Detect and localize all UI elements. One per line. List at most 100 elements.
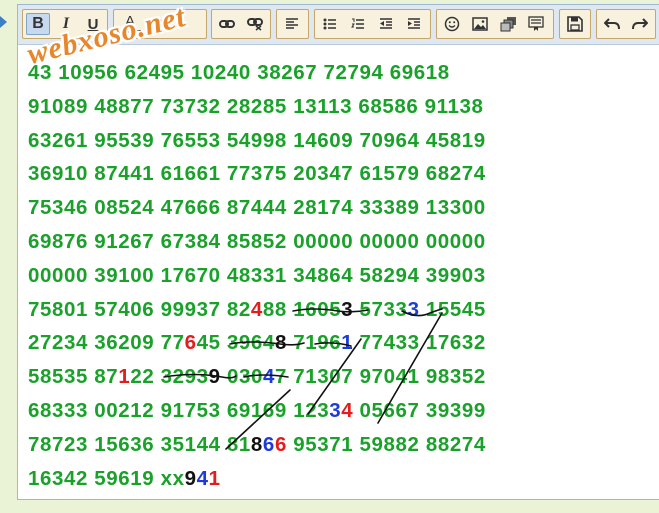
number-line: 58535 87122 32939 03047 71307 97041 9835… [28, 360, 659, 394]
number-line: 68333 00212 91753 69169 12334 05667 3939… [28, 394, 659, 428]
collapse-arrow-icon[interactable] [0, 16, 7, 28]
number-segment: 00000 39100 17670 48331 34864 58294 3990… [28, 263, 486, 287]
bold-button[interactable]: B [26, 13, 50, 35]
numbered-list-icon [351, 18, 364, 29]
number-segment: 88 1605 [262, 297, 342, 321]
number-line: 78723 15636 35144 81866 95371 59882 8827… [28, 428, 659, 462]
redo-button[interactable] [628, 13, 652, 35]
smiley-icon [444, 16, 460, 32]
bold-icon: B [32, 15, 44, 32]
number-segment: 3 [341, 297, 354, 321]
save-icon [567, 16, 583, 32]
number-segment: 05667 39399 [353, 398, 486, 422]
number-segment: 8 [250, 432, 263, 456]
number-line: 63261 95539 76553 54998 14609 70964 4581… [28, 124, 659, 158]
number-line: 36910 87441 61661 77375 20347 61579 6827… [28, 157, 659, 191]
insert-gallery-button[interactable] [496, 13, 520, 35]
number-segment: 75346 08524 47666 87444 28174 33389 1330… [28, 196, 486, 220]
number-segment: 030 [220, 365, 263, 389]
font-color-button[interactable]: A [118, 13, 142, 33]
number-segment: 69876 91267 67384 85852 00000 00000 0000… [28, 229, 486, 253]
link-icon [219, 20, 235, 28]
number-segment: 1 [118, 365, 131, 389]
link-button[interactable] [215, 13, 239, 35]
number-segment: 8 [274, 331, 287, 355]
bullet-list-icon [323, 18, 336, 30]
editor-toolbar: B I U A A [18, 5, 659, 45]
number-line: 75346 08524 47666 87444 28174 33389 1330… [28, 191, 659, 225]
lists-group [314, 9, 431, 39]
link-group [211, 9, 271, 39]
insert-group [436, 9, 554, 39]
emoticon-button[interactable] [440, 13, 464, 35]
color-group: A A [113, 9, 207, 39]
number-segment: 63261 95539 76553 54998 14609 70964 4581… [28, 128, 486, 152]
number-segment: 22 3293 [130, 365, 209, 389]
number-segment: 75801 57406 99937 82 [28, 297, 251, 321]
editor-content[interactable]: 43 10956 62495 10240 38267 72794 69618 91… [28, 56, 659, 499]
undo-icon [604, 18, 620, 30]
background-color-icon: A [154, 15, 165, 33]
outdent-button[interactable] [374, 13, 398, 35]
number-line: 75801 57406 99937 82488 16053 57333 1554… [28, 293, 659, 327]
number-segment: 6 [262, 432, 275, 456]
rich-text-editor: B I U A A 43 10956 62495 10240 38267 727… [17, 0, 659, 500]
number-line: 69876 91267 67384 85852 00000 00000 0000… [28, 225, 659, 259]
number-segment: 3 [407, 297, 420, 321]
number-segment: 43 10956 62495 10240 38267 72794 69618 [28, 61, 450, 84]
number-segment: 9 [208, 365, 221, 389]
italic-button[interactable]: I [54, 13, 78, 35]
number-segment: 58535 87 [28, 365, 119, 389]
font-color-icon: A [124, 13, 135, 30]
number-segment: 4 [250, 297, 263, 321]
number-segment: 45 3964 [196, 331, 275, 355]
number-segment: 6 [184, 331, 197, 355]
number-segment: 1 [208, 466, 221, 490]
numbered-list-button[interactable] [346, 13, 370, 35]
align-left-icon [286, 18, 298, 29]
number-line: 91089 48877 73732 28285 13113 68586 9113… [28, 90, 659, 124]
insert-template-button[interactable] [524, 13, 548, 35]
number-segment: 36910 87441 61661 77375 20347 61579 6827… [28, 162, 486, 186]
number-line: 00000 39100 17670 48331 34864 58294 3990… [28, 259, 659, 293]
history-group [596, 9, 656, 39]
number-segment: 4 [196, 466, 209, 490]
number-segment: 1 [341, 331, 354, 355]
image-icon [472, 17, 488, 31]
save-group [559, 9, 591, 39]
align-left-button[interactable] [280, 13, 304, 35]
save-button[interactable] [563, 13, 587, 35]
background-color-button[interactable]: A [148, 13, 172, 35]
outdent-icon [380, 18, 392, 29]
number-segment: 68333 00212 91753 69169 123 [28, 398, 330, 422]
number-segment: 91089 48877 73732 28285 13113 68586 9113… [28, 94, 484, 118]
text-style-group: B I U [22, 9, 108, 39]
number-line: 16342 59619 xx941 [28, 462, 659, 496]
undo-button[interactable] [600, 13, 624, 35]
indent-icon [408, 18, 420, 29]
number-line: 27234 36209 77645 39648 71961 77433 1763… [28, 326, 659, 360]
underline-icon: U [87, 15, 99, 33]
number-segment: 77433 17632 [353, 331, 486, 355]
italic-icon: I [62, 15, 70, 32]
underline-button[interactable]: U [81, 13, 105, 35]
bullet-list-button[interactable] [318, 13, 342, 35]
number-segment: 16342 59619 xx [28, 466, 185, 490]
number-segment: 4 [341, 398, 354, 422]
number-segment: 3 [329, 398, 342, 422]
number-segment: 27234 36209 77 [28, 331, 185, 355]
number-segment: 5733 [353, 297, 408, 321]
number-segment: 15545 [419, 297, 486, 321]
redo-icon [632, 18, 648, 30]
number-segment: 7 71307 97041 98352 [274, 365, 486, 389]
number-segment: 78723 15636 35144 81 [28, 432, 251, 456]
align-group [276, 9, 309, 39]
number-segment: 7196 [286, 331, 342, 355]
insert-image-button[interactable] [468, 13, 492, 35]
template-icon [528, 16, 544, 31]
number-segment: 9 [184, 466, 197, 490]
number-segment: 6 [274, 432, 287, 456]
unlink-button[interactable] [243, 13, 267, 35]
number-line: 43 10956 62495 10240 38267 72794 69618 [28, 56, 659, 90]
indent-button[interactable] [402, 13, 426, 35]
